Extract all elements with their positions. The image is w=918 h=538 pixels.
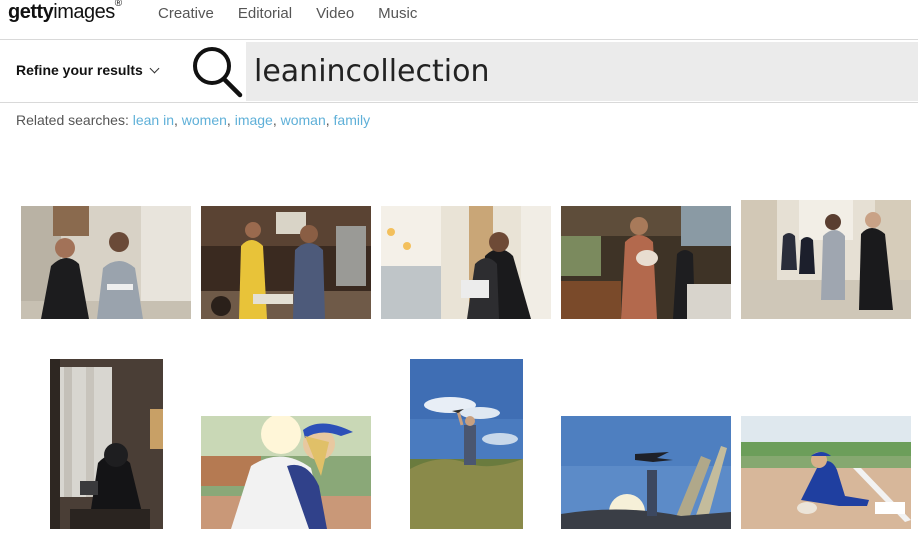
related-link-lean-in[interactable]: lean in bbox=[133, 112, 174, 128]
top-nav-bar: gettyimages® Creative Editorial Video Mu… bbox=[0, 0, 918, 40]
nav-music[interactable]: Music bbox=[378, 5, 417, 22]
result-image-6[interactable] bbox=[50, 359, 163, 529]
main-nav: Creative Editorial Video Music bbox=[158, 5, 417, 22]
nav-creative[interactable]: Creative bbox=[158, 5, 214, 22]
related-searches: Related searches: lean in, women, image,… bbox=[16, 112, 371, 128]
gettyimages-logo[interactable]: gettyimages® bbox=[8, 0, 122, 24]
refine-label: Refine your results bbox=[16, 62, 143, 78]
search-icon[interactable] bbox=[190, 43, 244, 99]
result-image-8[interactable] bbox=[410, 359, 523, 529]
related-link-woman[interactable]: woman bbox=[281, 112, 326, 128]
search-row: Refine your results bbox=[0, 41, 918, 103]
logo-registered-mark: ® bbox=[114, 0, 122, 10]
search-input[interactable] bbox=[246, 42, 918, 101]
refine-results-dropdown[interactable]: Refine your results bbox=[16, 62, 160, 78]
result-image-3[interactable] bbox=[381, 206, 551, 319]
related-link-image[interactable]: image bbox=[235, 112, 273, 128]
logo-text-regular: images bbox=[53, 1, 115, 23]
result-image-7[interactable] bbox=[201, 416, 371, 529]
result-image-1[interactable] bbox=[21, 206, 191, 319]
chevron-down-icon bbox=[149, 63, 160, 73]
related-searches-label: Related searches: bbox=[16, 112, 129, 128]
nav-editorial[interactable]: Editorial bbox=[238, 5, 292, 22]
nav-video[interactable]: Video bbox=[316, 5, 354, 22]
result-image-9[interactable] bbox=[561, 416, 731, 529]
logo-text-bold: getty bbox=[8, 1, 54, 23]
related-link-family[interactable]: family bbox=[334, 112, 371, 128]
result-image-5[interactable] bbox=[741, 200, 911, 319]
related-link-women[interactable]: women bbox=[182, 112, 227, 128]
result-image-10[interactable] bbox=[741, 416, 911, 529]
result-image-4[interactable] bbox=[561, 206, 731, 319]
result-image-2[interactable] bbox=[201, 206, 371, 319]
